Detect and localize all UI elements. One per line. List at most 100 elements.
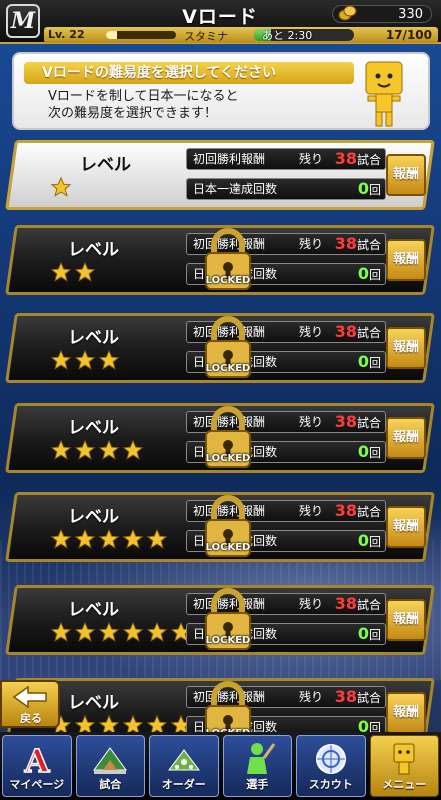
star-icon bbox=[50, 176, 72, 200]
scout-icon bbox=[315, 744, 346, 774]
coin-value: 330 bbox=[398, 7, 423, 22]
banner-line-1: Vロードを制して日本一になると bbox=[48, 89, 239, 104]
remaining-label: 残り bbox=[299, 690, 324, 704]
remaining-games: 38 bbox=[334, 687, 357, 706]
reward-button[interactable]: 報酬 bbox=[386, 327, 426, 369]
lock-icon: LOCKED bbox=[200, 494, 256, 560]
player-level: Lv. 22 bbox=[48, 28, 85, 41]
nav-label: スカウト bbox=[308, 778, 353, 791]
champion-count: 0 bbox=[357, 179, 369, 198]
level-stars bbox=[50, 176, 72, 200]
lock-icon: LOCKED bbox=[200, 315, 256, 381]
status-row: Lv. 22 スタミナ あと 2:30 17/100 bbox=[44, 27, 438, 43]
level-label: レベル bbox=[68, 328, 119, 348]
svg-text:A: A bbox=[23, 742, 50, 778]
star-icon bbox=[146, 621, 168, 645]
games-unit: 試合 bbox=[356, 416, 381, 430]
first-win-reward-info: 初回勝利報酬 残り 38試合 bbox=[186, 148, 386, 170]
nav-scout[interactable]: スカウト bbox=[296, 735, 366, 797]
level-label: レベル bbox=[68, 507, 119, 527]
stamina-label: スタミナ bbox=[184, 30, 228, 43]
player-icon bbox=[247, 743, 276, 774]
top-bar: M Vロード 330 Lv. 22 スタミナ あと 2:30 17/100 bbox=[0, 0, 441, 44]
level-row-3[interactable]: レベル初回勝利報酬残り38試合日本一達成回数0回報酬LOCKED bbox=[5, 313, 435, 383]
page-title: Vロード bbox=[182, 6, 258, 28]
banner-heading: Vロードの難易度を選択してください bbox=[24, 62, 354, 84]
lock-icon: LOCKED bbox=[200, 587, 256, 653]
game-logo[interactable]: M bbox=[6, 4, 40, 38]
champion-label: 日本一達成回数 bbox=[193, 182, 278, 196]
nav-order[interactable]: オーダー bbox=[149, 735, 219, 797]
champion-count: 0 bbox=[357, 624, 369, 643]
level-row-2[interactable]: レベル初回勝利報酬残り38試合日本一達成回数0回報酬LOCKED bbox=[5, 225, 435, 295]
level-stars bbox=[50, 261, 96, 285]
nav-game[interactable]: 試合 bbox=[75, 735, 145, 797]
games-unit: 試合 bbox=[356, 238, 381, 252]
nav-mypage[interactable]: A マイページ bbox=[2, 735, 72, 797]
remaining-label: 残り bbox=[299, 237, 324, 251]
lock-icon: LOCKED bbox=[200, 227, 256, 293]
star-icon bbox=[122, 439, 144, 463]
star-icon bbox=[98, 528, 120, 552]
star-icon bbox=[50, 621, 72, 645]
mypage-icon: A bbox=[23, 741, 52, 778]
mascot-icon bbox=[365, 61, 403, 127]
count-unit: 回 bbox=[368, 446, 381, 460]
locked-text: LOCKED bbox=[205, 635, 251, 646]
champion-count: 0 bbox=[357, 264, 369, 283]
count-unit: 回 bbox=[368, 535, 381, 549]
champion-count: 0 bbox=[357, 442, 369, 461]
level-row-1[interactable]: レベル 初回勝利報酬 残り 38試合 日本一達成回数 0回 報酬 bbox=[5, 140, 435, 210]
games-unit: 試合 bbox=[356, 326, 381, 340]
nav-label: メニュー bbox=[382, 778, 427, 791]
reward-button[interactable]: 報酬 bbox=[386, 239, 426, 281]
nav-label: オーダー bbox=[161, 778, 206, 791]
banner-text: Vロードを制して日本一になると 次の難易度を選択できます！ bbox=[48, 88, 348, 122]
back-button[interactable]: 戻る bbox=[0, 680, 60, 728]
reward-button[interactable]: 報酬 bbox=[386, 417, 426, 459]
star-icon bbox=[50, 261, 72, 285]
star-icon bbox=[50, 439, 72, 463]
champion-count-info: 日本一達成回数 0回 bbox=[186, 178, 386, 200]
coin-icon bbox=[338, 5, 357, 21]
count-unit: 回 bbox=[368, 356, 381, 370]
count-unit: 回 bbox=[368, 628, 381, 642]
level-row-6[interactable]: レベル初回勝利報酬残り38試合日本一達成回数0回報酬LOCKED bbox=[5, 585, 435, 655]
star-icon bbox=[74, 621, 96, 645]
remaining-games: 38 bbox=[334, 412, 357, 431]
level-row-4[interactable]: レベル初回勝利報酬残り38試合日本一達成回数0回報酬LOCKED bbox=[5, 403, 435, 473]
reward-button[interactable]: 報酬 bbox=[386, 599, 426, 641]
nav-menu[interactable]: メニュー bbox=[369, 735, 439, 797]
remaining-label: 残り bbox=[299, 152, 324, 166]
count-unit: 回 bbox=[368, 268, 381, 282]
bottom-nav: A マイページ 試合 オーダー 選手 スカウト メニュー bbox=[0, 732, 441, 800]
back-arrow-icon bbox=[12, 686, 47, 708]
level-label: レベル bbox=[80, 155, 131, 175]
nav-players[interactable]: 選手 bbox=[222, 735, 292, 797]
first-win-label: 初回勝利報酬 bbox=[193, 152, 266, 166]
level-stars bbox=[50, 528, 168, 552]
level-label: レベル bbox=[68, 600, 119, 620]
reward-button[interactable]: 報酬 bbox=[386, 692, 426, 734]
star-icon bbox=[98, 349, 120, 373]
remaining-label: 残り bbox=[299, 415, 324, 429]
count-unit: 回 bbox=[368, 183, 381, 197]
reward-button[interactable]: 報酬 bbox=[386, 506, 426, 548]
star-icon bbox=[98, 621, 120, 645]
nav-label: 試合 bbox=[99, 778, 122, 791]
level-row-5[interactable]: レベル初回勝利報酬残り38試合日本一達成回数0回報酬LOCKED bbox=[5, 492, 435, 562]
star-icon bbox=[74, 261, 96, 285]
star-icon bbox=[50, 349, 72, 373]
coin-counter: 330 bbox=[332, 5, 432, 23]
games-unit: 試合 bbox=[356, 153, 381, 167]
remaining-label: 残り bbox=[299, 504, 324, 518]
champion-count: 0 bbox=[357, 352, 369, 371]
stamina-value: 17/100 bbox=[385, 28, 432, 42]
level-stars bbox=[50, 621, 192, 645]
level-stars bbox=[50, 349, 120, 373]
games-unit: 試合 bbox=[356, 505, 381, 519]
reward-button[interactable]: 報酬 bbox=[386, 154, 426, 196]
stadium-icon bbox=[93, 747, 128, 774]
exp-bar bbox=[106, 31, 176, 39]
locked-text: LOCKED bbox=[205, 275, 251, 286]
